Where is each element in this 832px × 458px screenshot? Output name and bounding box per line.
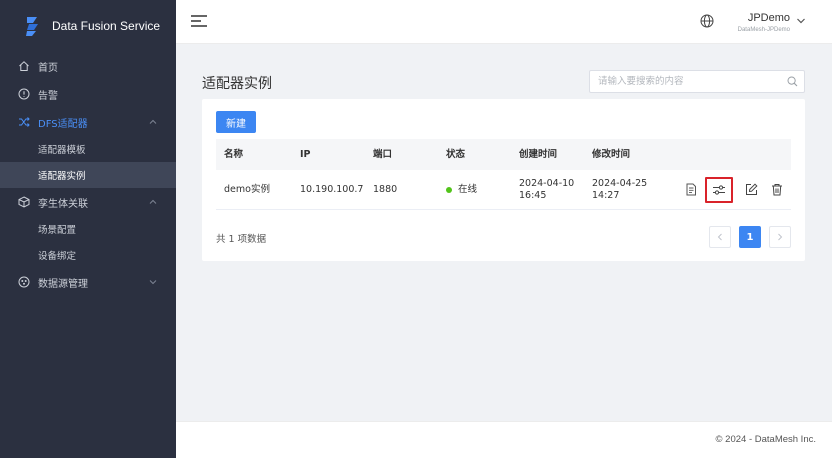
sidebar-item-label: 适配器实例 [38, 171, 86, 182]
instance-table: 名称 IP 端口 状态 创建时间 修改时间 demo实例 10.190.100.… [216, 139, 791, 210]
sidebar-subitem-adapter-instance[interactable]: 适配器实例 [0, 162, 176, 188]
edit-button[interactable] [743, 182, 759, 198]
user-org: DataMesh-JPDemo [737, 27, 790, 33]
home-icon [18, 60, 30, 72]
status-dot-icon [446, 186, 452, 193]
sidebar-item-label: 场景配置 [38, 225, 77, 236]
main-menu: 首页 告警 DFS适配器 适配器模板 适配器实例 孪生体关联 场景配置 设备绑定… [0, 52, 176, 296]
trash-icon [772, 184, 782, 196]
sidebar-item-label: 首页 [38, 62, 58, 74]
page-title: 适配器实例 [202, 76, 272, 92]
row-actions [673, 170, 785, 209]
edit-icon [745, 183, 758, 195]
search-box [589, 70, 805, 93]
sidebar-item-label: 数据源管理 [38, 278, 88, 290]
search-icon[interactable] [787, 76, 798, 87]
new-button[interactable]: 新建 [216, 111, 256, 133]
app-name: Data Fusion Service [52, 19, 161, 33]
configure-button[interactable] [705, 176, 733, 203]
view-log-button[interactable] [683, 182, 699, 198]
column-header-status: 状态 [446, 148, 466, 160]
sidebar-item-twin-association[interactable]: 孪生体关联 [0, 188, 176, 216]
sidebar-subitem-scene-config[interactable]: 场景配置 [0, 216, 176, 242]
alert-icon [18, 88, 30, 100]
table-header: 名称 IP 端口 状态 创建时间 修改时间 [216, 139, 791, 170]
sidebar-item-label: DFS适配器 [38, 118, 88, 130]
shuffle-icon [18, 116, 30, 128]
footer: © 2024 - DataMesh Inc. [176, 421, 832, 458]
menu-toggle-icon[interactable] [190, 14, 208, 28]
sidebar-item-label: 设备绑定 [38, 251, 77, 262]
top-header: JPDemo DataMesh-JPDemo [176, 0, 832, 44]
created-date: 2024-04-10 [519, 177, 575, 189]
column-header-modified: 修改时间 [592, 148, 631, 160]
modified-time: 14:27 [592, 189, 620, 201]
cell-created: 2024-04-10 16:45 [519, 170, 574, 209]
chevron-down-icon [149, 280, 157, 285]
chevron-left-icon [717, 233, 722, 241]
sidebar-item-alerts[interactable]: 告警 [0, 80, 176, 108]
globe-icon[interactable] [700, 14, 714, 28]
sidebar-item-home[interactable]: 首页 [0, 52, 176, 80]
column-header-created: 创建时间 [519, 148, 558, 160]
sidebar-item-label: 适配器模板 [38, 145, 86, 156]
database-icon [18, 276, 30, 288]
next-page-button[interactable] [769, 226, 791, 248]
cell-status: 在线 [446, 170, 477, 209]
chevron-down-icon[interactable] [796, 17, 806, 25]
page-button-current[interactable]: 1 [739, 226, 761, 248]
user-name[interactable]: JPDemo [748, 12, 790, 24]
sidebar-item-dfs-adapter[interactable]: DFS适配器 [0, 108, 176, 136]
sidebar-subitem-adapter-template[interactable]: 适配器模板 [0, 136, 176, 162]
chevron-right-icon [778, 233, 783, 241]
sidebar: Data Fusion Service 首页 告警 DFS适配器 适配器模板 适… [0, 0, 176, 458]
sliders-icon [713, 184, 725, 195]
logo-icon [26, 17, 38, 36]
instance-card: 新建 名称 IP 端口 状态 创建时间 修改时间 demo实例 10.190.1… [202, 99, 805, 261]
cell-name: demo实例 [224, 183, 270, 195]
cell-ip: 10.190.100.7 [300, 183, 364, 195]
cube-icon [18, 196, 30, 208]
sidebar-item-datasource[interactable]: 数据源管理 [0, 268, 176, 296]
pagination: 1 [701, 226, 791, 248]
status-text: 在线 [458, 183, 478, 195]
chevron-up-icon [149, 199, 157, 204]
cell-modified: 2024-04-25 14:27 [592, 170, 647, 209]
modified-date: 2024-04-25 [592, 177, 648, 189]
delete-button[interactable] [769, 182, 785, 198]
created-time: 16:45 [519, 189, 547, 201]
sidebar-item-label: 孪生体关联 [38, 198, 88, 210]
prev-page-button[interactable] [709, 226, 731, 248]
total-count: 共 1 项数据 [216, 234, 267, 245]
sidebar-item-label: 告警 [38, 90, 58, 102]
search-input[interactable] [590, 71, 770, 92]
copyright-text: © 2024 - DataMesh Inc. [715, 434, 816, 445]
cell-port: 1880 [373, 183, 398, 195]
document-icon [686, 183, 696, 196]
chevron-up-icon [149, 119, 157, 124]
sidebar-subitem-device-binding[interactable]: 设备绑定 [0, 242, 176, 268]
table-row: demo实例 10.190.100.7 1880 在线 2024-04-10 1… [216, 170, 791, 210]
column-header-port: 端口 [373, 148, 393, 160]
brand[interactable]: Data Fusion Service [0, 0, 176, 52]
column-header-name: 名称 [224, 148, 244, 160]
column-header-ip: IP [300, 148, 311, 160]
